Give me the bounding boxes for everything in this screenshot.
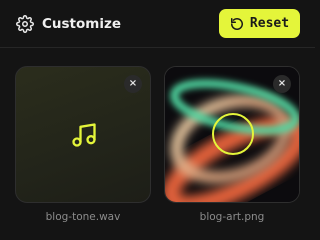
remove-file-button[interactable]: × xyxy=(273,75,291,93)
close-icon: × xyxy=(277,78,287,89)
file-card-audio[interactable]: × xyxy=(15,66,151,203)
gear-icon xyxy=(16,15,34,33)
reset-button[interactable]: Reset xyxy=(219,9,300,38)
remove-file-button[interactable]: × xyxy=(124,75,142,93)
music-note-icon xyxy=(72,123,96,147)
reset-label: Reset xyxy=(249,15,290,31)
panel-title: Customize xyxy=(42,16,121,32)
file-name-image: blog-art.png xyxy=(199,211,265,223)
file-name-audio: blog-tone.wav xyxy=(45,211,121,223)
file-card-image[interactable]: × xyxy=(164,66,300,203)
panel-header: Customize Reset xyxy=(0,0,315,48)
reset-icon xyxy=(230,17,243,30)
close-icon: × xyxy=(128,78,138,89)
customize-panel: Customize Reset × × blog-tone.wav blog-a… xyxy=(0,0,315,240)
